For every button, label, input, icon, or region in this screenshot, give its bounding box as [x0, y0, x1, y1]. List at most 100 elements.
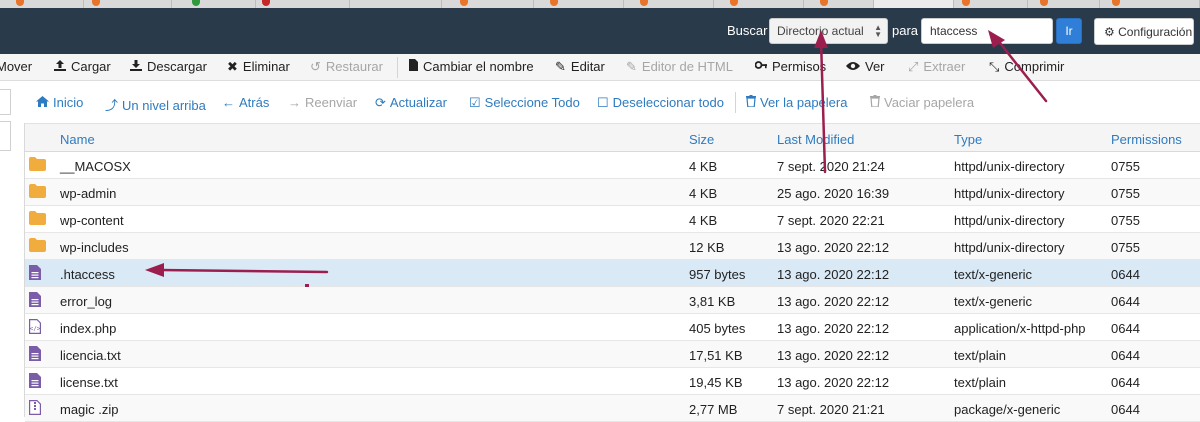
reload-button[interactable]: ⟳ Actualizar	[375, 95, 447, 111]
restore-label: Restaurar	[325, 59, 383, 74]
table-row[interactable]: wp-includes 12 KB 13 ago. 2020 22:12 httpd/…	[25, 233, 1200, 260]
column-header-modified[interactable]: Last Modified	[777, 132, 854, 147]
key-icon	[754, 59, 767, 74]
settings-button[interactable]: ⚙ Configuración	[1094, 18, 1194, 45]
expand-icon: ⤢	[908, 59, 919, 74]
file-size: 2,77 MB	[689, 402, 738, 417]
search-scope-value: Directorio actual	[777, 24, 864, 38]
view-trash-button[interactable]: Ver la papelera	[746, 95, 847, 110]
file-size: 957 bytes	[689, 267, 746, 282]
home-button[interactable]: Inicio	[36, 95, 83, 110]
file-modified: 13 ago. 2020 22:12	[777, 240, 890, 255]
file-name: wp-content	[60, 213, 124, 228]
browser-tab[interactable]	[714, 0, 804, 8]
file-type: text/x-generic	[954, 294, 1033, 309]
extract-button[interactable]: ⤢ Extraer	[908, 59, 965, 75]
search-scope-select[interactable]: Directorio actual ▲ ▼	[769, 18, 888, 44]
browser-tab[interactable]	[256, 0, 350, 8]
text-file-icon	[29, 265, 41, 283]
delete-button[interactable]: ✖ Eliminar	[227, 59, 290, 75]
column-header-size[interactable]: Size	[689, 132, 714, 147]
file-type: text/plain	[954, 348, 1007, 363]
checkbox-empty-icon: ☐	[597, 95, 609, 110]
eye-icon	[846, 59, 860, 74]
browser-tab[interactable]	[1028, 0, 1100, 8]
upload-icon	[54, 59, 66, 74]
table-row[interactable]: __MACOSX 4 KB 7 sept. 2020 21:24 httpd/unix…	[25, 152, 1200, 179]
table-row[interactable]: </> index.php 405 bytes 13 ago. 2020 22:12 a…	[25, 314, 1200, 341]
file-permissions: 0644	[1111, 267, 1140, 282]
file-icon	[409, 59, 418, 74]
file-modified: 13 ago. 2020 22:12	[777, 321, 890, 336]
table-row[interactable]: .htaccess 957 bytes 13 ago. 2020 22:12 text…	[25, 260, 1200, 287]
file-modified: 7 sept. 2020 21:24	[777, 159, 885, 174]
browser-tab-active[interactable]	[874, 0, 954, 8]
download-button[interactable]: Descargar	[130, 59, 207, 74]
browser-tab[interactable]	[804, 0, 874, 8]
table-row[interactable]: license.txt 19,45 KB 13 ago. 2020 22:12 tex…	[25, 368, 1200, 395]
search-input[interactable]	[921, 18, 1053, 44]
upload-button[interactable]: Cargar	[54, 59, 111, 74]
file-name: license.txt	[60, 375, 118, 390]
refresh-icon: ⟳	[375, 95, 386, 110]
column-header-name[interactable]: Name	[60, 132, 95, 147]
table-row[interactable]: error_log 3,81 KB 13 ago. 2020 22:12 text/x…	[25, 287, 1200, 314]
go-button[interactable]: Ir	[1056, 18, 1082, 44]
compress-button[interactable]: ⤡ Comprimir	[989, 59, 1064, 75]
view-button[interactable]: Ver	[846, 59, 885, 74]
reload-label: Actualizar	[389, 95, 447, 110]
upload-label: Cargar	[71, 59, 111, 74]
up-one-level-button[interactable]: ⤴ Un nivel arriba	[105, 95, 206, 114]
file-type: application/x-httpd-php	[954, 321, 1086, 336]
back-button[interactable]: ← Atrás	[222, 95, 269, 110]
action-toolbar: Mover Cargar Descargar ✖ Eliminar ↺ Restau…	[0, 54, 1200, 81]
edit-button[interactable]: ✎ Editar	[555, 59, 605, 75]
table-row[interactable]: wp-admin 4 KB 25 ago. 2020 16:39 httpd/unix…	[25, 179, 1200, 206]
browser-tab[interactable]	[350, 0, 442, 8]
empty-trash-button[interactable]: Vaciar papelera	[870, 95, 974, 110]
file-permissions: 0644	[1111, 402, 1140, 417]
sidebar-panel	[0, 89, 11, 115]
compress-label: Comprimir	[1004, 59, 1065, 74]
file-size: 4 KB	[689, 213, 718, 228]
svg-text:</>: </>	[30, 326, 41, 333]
forward-label: Reenviar	[305, 95, 358, 110]
table-row[interactable]: magic .zip 2,77 MB 7 sept. 2020 21:21 packa…	[25, 395, 1200, 422]
undo-icon: ↺	[310, 59, 321, 74]
file-modified: 7 sept. 2020 22:21	[777, 213, 885, 228]
folder-icon	[29, 211, 46, 228]
column-header-permissions[interactable]: Permissions	[1111, 132, 1182, 147]
unselect-all-button[interactable]: ☐ Deseleccionar todo	[597, 95, 724, 111]
browser-tab[interactable]	[1100, 0, 1200, 8]
browser-tab[interactable]	[954, 0, 1028, 8]
file-type: text/x-generic	[954, 267, 1033, 282]
html-editor-button[interactable]: ✎ Editor de HTML	[626, 59, 733, 75]
arrow-left-icon: ←	[222, 95, 235, 110]
sidebar-edge	[0, 89, 11, 417]
move-button[interactable]: Mover	[0, 59, 32, 74]
browser-tab-strip	[0, 0, 1200, 8]
browser-tab[interactable]	[172, 0, 256, 8]
browser-tab[interactable]	[84, 0, 172, 8]
browser-tab[interactable]	[624, 0, 714, 8]
up-one-level-label: Un nivel arriba	[122, 98, 206, 113]
toolbar-divider	[397, 57, 398, 78]
trash-icon	[746, 95, 756, 110]
select-all-button[interactable]: ☑ Seleccione Todo	[469, 95, 580, 111]
table-row[interactable]: licencia.txt 17,51 KB 13 ago. 2020 22:12 te…	[25, 341, 1200, 368]
file-type: text/plain	[954, 375, 1007, 390]
column-header-type[interactable]: Type	[954, 132, 982, 147]
browser-tab[interactable]	[0, 0, 84, 8]
file-permissions: 0644	[1111, 375, 1140, 390]
level-up-icon: ⤴	[105, 98, 119, 113]
restore-button[interactable]: ↺ Restaurar	[310, 59, 383, 75]
browser-tab[interactable]	[534, 0, 624, 8]
table-row[interactable]: wp-content 4 KB 7 sept. 2020 22:21 httpd/un…	[25, 206, 1200, 233]
browser-tab[interactable]	[442, 0, 534, 8]
folder-icon	[29, 184, 46, 201]
permissions-button[interactable]: Permisos	[754, 59, 826, 74]
rename-button[interactable]: Cambiar el nombre	[409, 59, 534, 74]
close-icon: ✖	[227, 59, 238, 74]
file-manager-header: Buscar Directorio actual ▲▼ para Ir ⚙ Co…	[0, 8, 1200, 54]
forward-button[interactable]: → Reenviar	[288, 95, 357, 110]
